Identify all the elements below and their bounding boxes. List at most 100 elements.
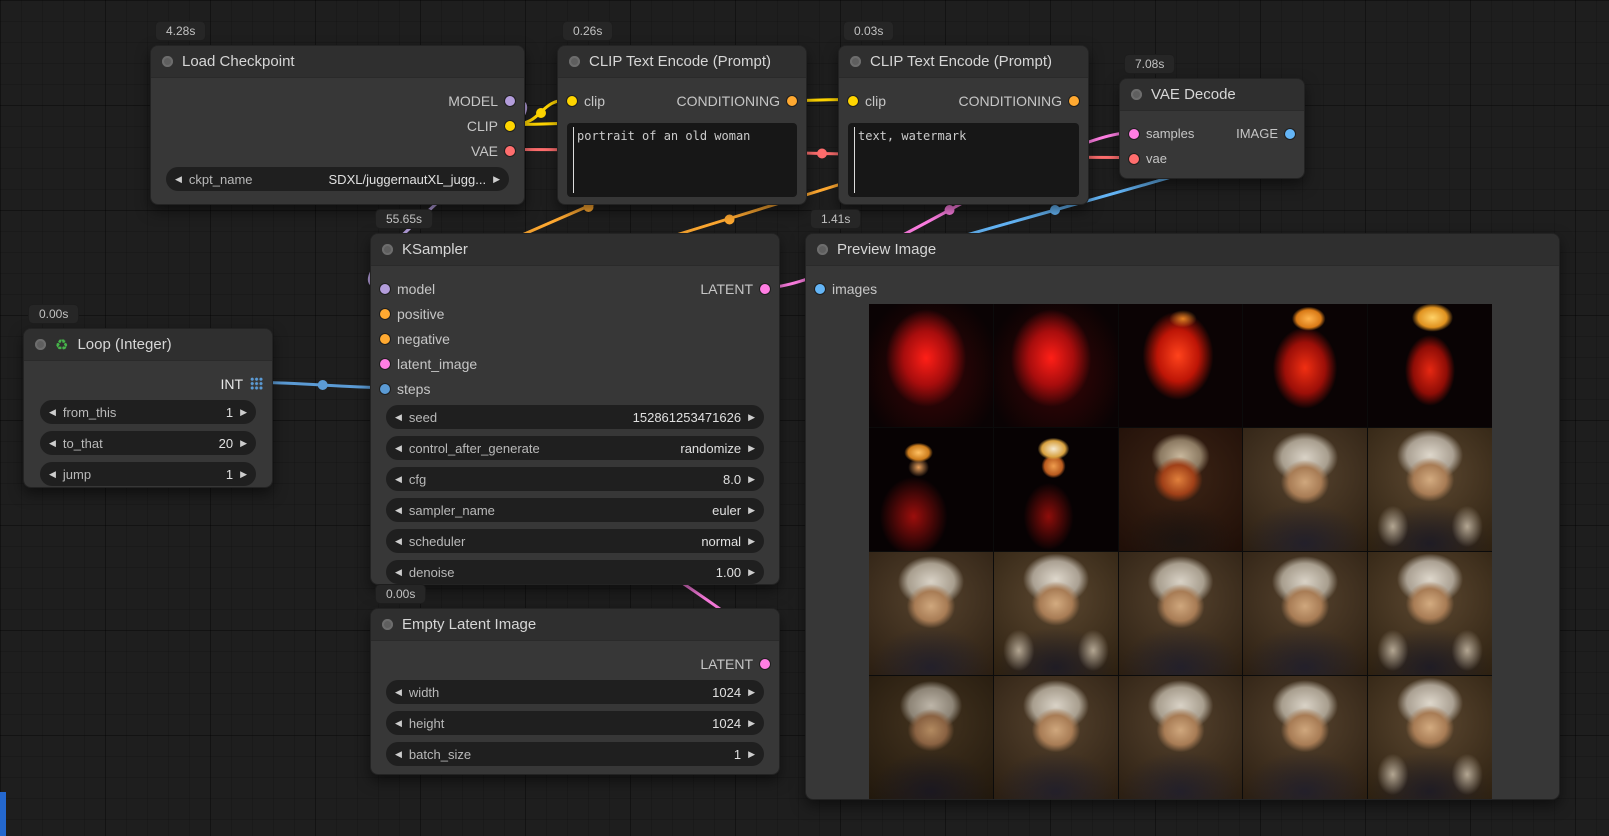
collapse-toggle[interactable] [850, 56, 861, 67]
preview-image-cell[interactable] [869, 428, 993, 551]
next-arrow-icon[interactable]: ▶ [748, 750, 755, 759]
collapse-toggle[interactable] [817, 244, 828, 255]
widget-jump[interactable]: ◀ jump 1 ▶ [40, 462, 256, 486]
widget-control-after-generate[interactable]: ◀ control_after_generate randomize ▶ [386, 436, 764, 460]
next-arrow-icon[interactable]: ▶ [240, 470, 247, 479]
preview-image-cell[interactable] [1243, 676, 1367, 799]
output-slot-latent[interactable] [760, 659, 770, 669]
output-slot-latent[interactable] [760, 284, 770, 294]
preview-image-cell[interactable] [994, 676, 1118, 799]
input-slot-steps[interactable] [380, 384, 390, 394]
next-arrow-icon[interactable]: ▶ [748, 506, 755, 515]
prev-arrow-icon[interactable]: ◀ [395, 506, 402, 515]
node-load-checkpoint[interactable]: 4.28s Load Checkpoint MODEL CLIP VAE ◀ c… [150, 45, 525, 205]
node-title-bar[interactable]: KSampler [371, 234, 779, 266]
preview-image-cell[interactable] [869, 676, 993, 799]
prev-arrow-icon[interactable]: ◀ [49, 439, 56, 448]
preview-image-cell[interactable] [1368, 304, 1492, 427]
widget-height[interactable]: ◀ height 1024 ▶ [386, 711, 764, 735]
next-arrow-icon[interactable]: ▶ [748, 688, 755, 697]
node-clip-text-encode-positive[interactable]: 0.26s CLIP Text Encode (Prompt) clip CON… [557, 45, 807, 205]
input-slot-model[interactable] [380, 284, 390, 294]
prev-arrow-icon[interactable]: ◀ [395, 568, 402, 577]
prev-arrow-icon[interactable]: ◀ [49, 408, 56, 417]
node-clip-text-encode-negative[interactable]: 0.03s CLIP Text Encode (Prompt) clip CON… [838, 45, 1089, 205]
output-slot-conditioning[interactable] [787, 96, 797, 106]
input-slot-images[interactable] [815, 284, 825, 294]
preview-image-cell[interactable] [1119, 676, 1243, 799]
input-slot-clip[interactable] [848, 96, 858, 106]
widget-batch-size[interactable]: ◀ batch_size 1 ▶ [386, 742, 764, 766]
node-graph-canvas[interactable]: 4.28s Load Checkpoint MODEL CLIP VAE ◀ c… [0, 0, 1609, 836]
input-slot-clip[interactable] [567, 96, 577, 106]
prev-arrow-icon[interactable]: ◀ [49, 470, 56, 479]
widget-ckpt-name[interactable]: ◀ ckpt_name SDXL/juggernautXL_jugg... ▶ [166, 167, 509, 191]
node-title-bar[interactable]: VAE Decode [1120, 79, 1304, 111]
widget-scheduler[interactable]: ◀ scheduler normal ▶ [386, 529, 764, 553]
preview-image-cell[interactable] [1243, 304, 1367, 427]
input-slot-negative[interactable] [380, 334, 390, 344]
input-slot-positive[interactable] [380, 309, 390, 319]
widget-from-this[interactable]: ◀ from_this 1 ▶ [40, 400, 256, 424]
node-title-bar[interactable]: CLIP Text Encode (Prompt) [839, 46, 1088, 78]
prev-arrow-icon[interactable]: ◀ [395, 413, 402, 422]
preview-image-cell[interactable] [1119, 304, 1243, 427]
output-slot-conditioning[interactable] [1069, 96, 1079, 106]
positive-prompt-textarea[interactable]: portrait of an old woman [567, 123, 797, 197]
prev-arrow-icon[interactable]: ◀ [175, 175, 182, 184]
next-arrow-icon[interactable]: ▶ [748, 475, 755, 484]
node-title-bar[interactable]: ♻ Loop (Integer) [24, 329, 272, 361]
next-arrow-icon[interactable]: ▶ [748, 568, 755, 577]
input-slot-latent-image[interactable] [380, 359, 390, 369]
next-arrow-icon[interactable]: ▶ [240, 439, 247, 448]
int-slot-grid-icon[interactable] [250, 377, 263, 390]
node-preview-image[interactable]: 1.41s Preview Image images [805, 233, 1560, 800]
output-slot-image[interactable] [1285, 129, 1295, 139]
prev-arrow-icon[interactable]: ◀ [395, 537, 402, 546]
prev-arrow-icon[interactable]: ◀ [395, 475, 402, 484]
preview-image-cell[interactable] [1368, 428, 1492, 551]
next-arrow-icon[interactable]: ▶ [240, 408, 247, 417]
node-title-bar[interactable]: Preview Image [806, 234, 1559, 266]
next-arrow-icon[interactable]: ▶ [493, 175, 500, 184]
widget-to-that[interactable]: ◀ to_that 20 ▶ [40, 431, 256, 455]
output-slot-clip[interactable] [505, 121, 515, 131]
preview-image-cell[interactable] [1368, 676, 1492, 799]
input-slot-samples[interactable] [1129, 129, 1139, 139]
next-arrow-icon[interactable]: ▶ [748, 413, 755, 422]
negative-prompt-textarea[interactable]: text, watermark [848, 123, 1079, 197]
next-arrow-icon[interactable]: ▶ [748, 444, 755, 453]
preview-image-cell[interactable] [869, 552, 993, 675]
node-vae-decode[interactable]: 7.08s VAE Decode samples IMAGE vae [1119, 78, 1305, 179]
preview-image-cell[interactable] [1119, 552, 1243, 675]
output-slot-vae[interactable] [505, 146, 515, 156]
collapse-toggle[interactable] [1131, 89, 1142, 100]
collapse-toggle[interactable] [162, 56, 173, 67]
prev-arrow-icon[interactable]: ◀ [395, 750, 402, 759]
widget-width[interactable]: ◀ width 1024 ▶ [386, 680, 764, 704]
preview-image-cell[interactable] [1368, 552, 1492, 675]
collapse-toggle[interactable] [569, 56, 580, 67]
preview-image-cell[interactable] [1243, 552, 1367, 675]
preview-image-cell[interactable] [869, 304, 993, 427]
prev-arrow-icon[interactable]: ◀ [395, 719, 402, 728]
widget-sampler-name[interactable]: ◀ sampler_name euler ▶ [386, 498, 764, 522]
node-title-bar[interactable]: Load Checkpoint [151, 46, 524, 78]
prev-arrow-icon[interactable]: ◀ [395, 444, 402, 453]
next-arrow-icon[interactable]: ▶ [748, 537, 755, 546]
next-arrow-icon[interactable]: ▶ [748, 719, 755, 728]
input-slot-vae[interactable] [1129, 154, 1139, 164]
collapse-toggle[interactable] [382, 619, 393, 630]
node-ksampler[interactable]: 55.65s KSampler model LATENT positive [370, 233, 780, 585]
preview-image-cell[interactable] [994, 304, 1118, 427]
collapse-toggle[interactable] [35, 339, 46, 350]
preview-image-cell[interactable] [994, 552, 1118, 675]
node-title-bar[interactable]: Empty Latent Image [371, 609, 779, 641]
prev-arrow-icon[interactable]: ◀ [395, 688, 402, 697]
preview-image-cell[interactable] [994, 428, 1118, 551]
widget-denoise[interactable]: ◀ denoise 1.00 ▶ [386, 560, 764, 584]
preview-image-cell[interactable] [1119, 428, 1243, 551]
output-slot-model[interactable] [505, 96, 515, 106]
collapse-toggle[interactable] [382, 244, 393, 255]
node-empty-latent-image[interactable]: 0.00s Empty Latent Image LATENT ◀ width … [370, 608, 780, 775]
